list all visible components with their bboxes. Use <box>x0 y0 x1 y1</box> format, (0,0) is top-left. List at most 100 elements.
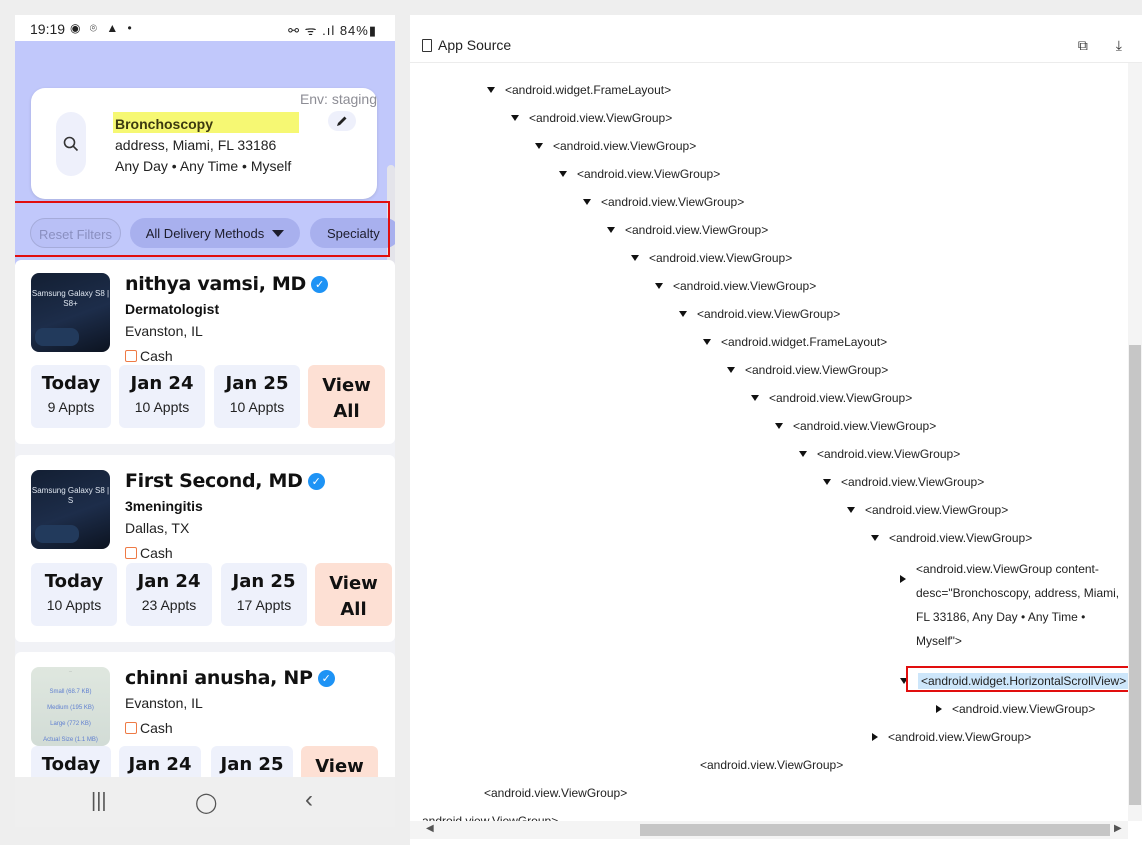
cash-icon <box>125 722 137 734</box>
back-icon[interactable]: ‹ <box>305 786 313 814</box>
document-icon <box>422 39 432 52</box>
filter-scroll-view[interactable]: Reset Filters All Delivery Methods Speci… <box>15 201 395 253</box>
provider-photo: Samsung Galaxy S8 | S <box>31 470 110 549</box>
status-time: 19:19 <box>30 21 66 37</box>
photo-text: Samsung Galaxy S8 | S <box>31 486 110 505</box>
expand-icon <box>872 733 878 741</box>
tree-node[interactable]: <android.view.ViewGroup> <box>823 475 984 489</box>
provider-photo: Samsung Galaxy S8 | S8+ <box>31 273 110 352</box>
expand-icon <box>936 705 942 713</box>
screen: 19:19 ◉ ⌾ ▲ • ⚯ ᯤ .ıl 84%▮ Env: staging … <box>0 0 1142 845</box>
collapse-icon <box>703 339 711 345</box>
verified-icon: ✓ <box>317 670 335 687</box>
search-icon <box>63 136 79 152</box>
view-all-button[interactable]: View All <box>308 365 385 428</box>
tree-node[interactable]: <android.view.ViewGroup> <box>583 195 744 209</box>
tree-node[interactable]: <android.view.ViewGroup> <box>559 167 720 181</box>
tree-node[interactable]: <android.view.ViewGroup> <box>484 786 627 800</box>
tree-node[interactable]: <android.view.ViewGroup> <box>871 531 1032 545</box>
tree-node[interactable]: <android.view.ViewGroup> <box>655 279 816 293</box>
status-right-icons: ⚯ ᯤ .ıl 84%▮ <box>288 23 377 38</box>
provider-specialty: 3meningitis <box>125 498 203 514</box>
tree-node[interactable]: <android.view.ViewGroup> <box>936 702 1095 716</box>
collapse-icon <box>559 171 567 177</box>
system-nav-bar: ||| ◯ ‹ <box>15 777 395 827</box>
tree-node[interactable]: <android.view.ViewGroup> <box>847 503 1008 517</box>
tree-node[interactable]: <android.view.ViewGroup> <box>727 363 888 377</box>
collapse-icon <box>487 87 495 93</box>
scroll-left-icon[interactable]: ◀ <box>426 823 434 834</box>
panel-title: App Source <box>422 37 511 53</box>
scroll-right-icon[interactable]: ▶ <box>1114 823 1122 834</box>
tree-node[interactable]: <android.view.ViewGroup> <box>535 139 696 153</box>
collapse-icon <box>631 255 639 261</box>
status-left-icons: ◉ ⌾ ▲ • <box>70 21 135 35</box>
tree-node[interactable]: android.view.ViewGroup> <box>422 814 558 821</box>
provider-name[interactable]: First Second, MD ✓ <box>125 470 325 492</box>
payment-method: Cash <box>125 720 173 736</box>
photo-text: Samsung Galaxy S8 | S8+ <box>31 289 110 308</box>
caret-down-icon <box>272 230 285 237</box>
tree-node[interactable]: <android.view.ViewGroup> <box>700 758 843 772</box>
collapse-icon <box>799 451 807 457</box>
cash-icon <box>125 547 137 559</box>
search-button[interactable] <box>56 112 86 176</box>
provider-specialty: Dermatologist <box>125 301 220 317</box>
delivery-methods-dropdown[interactable]: All Delivery Methods <box>130 218 300 248</box>
tree-node[interactable]: <android.widget.FrameLayout> <box>703 335 887 349</box>
provider-location: Evanston, IL <box>125 323 203 339</box>
app-source-panel: App Source ⧉ ⤓ <android.view.ViewGroup c… <box>410 15 1142 845</box>
slot-jan-25[interactable]: Jan 25 17 Appts <box>221 563 307 626</box>
slot-today[interactable]: Today 9 Appts <box>31 365 111 428</box>
tree-node[interactable]: <android.view.ViewGroup> <box>799 447 960 461</box>
tree-node-selected[interactable]: <android.widget.HorizontalScrollView> <box>900 673 1128 689</box>
collapse-icon <box>583 199 591 205</box>
provider-location: Evanston, IL <box>125 695 203 711</box>
provider-name[interactable]: nithya vamsi, MD ✓ <box>125 273 329 295</box>
payment-method: Cash <box>125 348 173 364</box>
collapse-icon <box>823 479 831 485</box>
copy-download-icons[interactable]: ⧉ ⤓ <box>1078 37 1134 53</box>
slot-jan-24[interactable]: Jan 24 10 Appts <box>119 365 205 428</box>
collapse-icon <box>900 678 908 684</box>
collapse-icon <box>847 507 855 513</box>
tree-node[interactable]: <android.view.ViewGroup> <box>775 419 936 433</box>
delivery-methods-label: All Delivery Methods <box>145 226 265 241</box>
procedure-text: Bronchoscopy <box>113 112 299 133</box>
panel-actions[interactable]: ⧉ ⤓ <box>1078 37 1134 54</box>
collapse-icon <box>751 395 759 401</box>
provider-name[interactable]: chinni anusha, NP ✓ <box>125 667 335 689</box>
recents-icon[interactable]: ||| <box>91 790 107 813</box>
collapse-icon <box>727 367 735 373</box>
env-label: Env: staging <box>299 91 377 107</box>
vertical-scroll-thumb[interactable] <box>1129 345 1141 805</box>
view-all-button[interactable]: View All <box>315 563 392 626</box>
specialty-dropdown[interactable]: Specialty <box>310 218 395 248</box>
tree-node[interactable]: <android.widget.FrameLayout> <box>487 83 671 97</box>
slot-jan-24[interactable]: Jan 24 23 Appts <box>126 563 212 626</box>
horizontal-scroll-thumb[interactable] <box>640 824 1110 836</box>
tree-node[interactable]: <android.view.ViewGroup> <box>607 223 768 237</box>
tree-node-content-desc[interactable]: <android.view.ViewGroup content-desc="Br… <box>916 557 1126 653</box>
source-tree[interactable]: <android.view.ViewGroup content-desc="Br… <box>410 63 1128 821</box>
provider-location: Dallas, TX <box>125 520 190 536</box>
collapse-icon <box>535 143 543 149</box>
pencil-icon <box>337 116 347 126</box>
home-icon[interactable]: ◯ <box>195 790 217 815</box>
tree-node[interactable]: <android.view.ViewGroup> <box>679 307 840 321</box>
tree-node[interactable]: <android.view.ViewGroup> <box>511 111 672 125</box>
slot-jan-25[interactable]: Jan 25 10 Appts <box>214 365 300 428</box>
tree-node[interactable]: <android.view.ViewGroup> <box>872 730 1031 744</box>
reset-filters-button[interactable]: Reset Filters <box>30 218 121 248</box>
tree-toggle[interactable] <box>900 572 916 586</box>
payment-method: Cash <box>125 545 173 561</box>
edit-search-button[interactable] <box>328 111 356 131</box>
provider-photo: ··· Small (68.7 KB) Medium (195 KB) Larg… <box>31 667 110 746</box>
verified-icon: ✓ <box>311 276 329 293</box>
slot-today[interactable]: Today 10 Appts <box>31 563 117 626</box>
expand-icon <box>900 575 906 583</box>
cash-icon <box>125 350 137 362</box>
tree-node[interactable]: <android.view.ViewGroup> <box>751 391 912 405</box>
tree-node[interactable]: <android.view.ViewGroup> <box>631 251 792 265</box>
collapse-icon <box>871 535 879 541</box>
